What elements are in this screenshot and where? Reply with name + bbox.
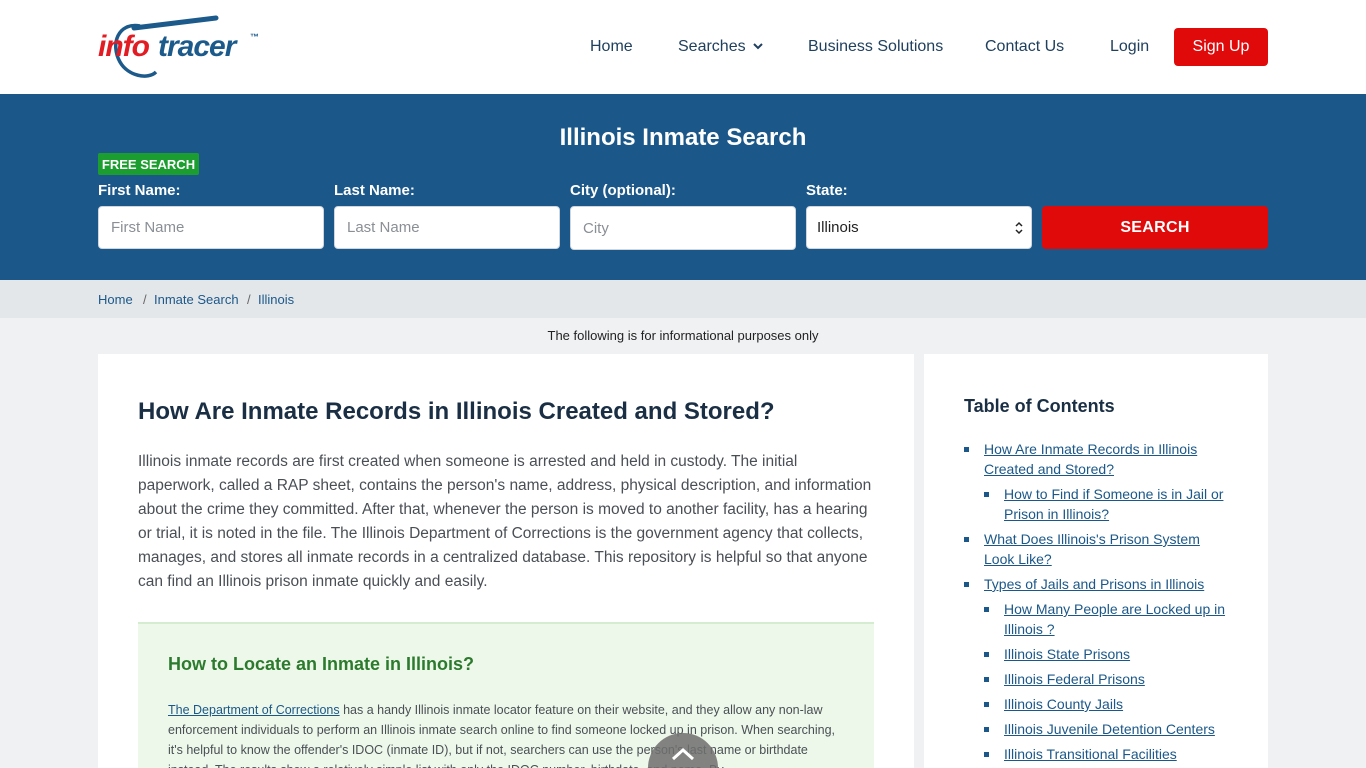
toc-title: Table of Contents — [964, 396, 1115, 416]
callout-paragraph: The Department of Corrections has a hand… — [168, 700, 848, 768]
state-label: State: — [806, 182, 848, 199]
search-button[interactable]: SEARCH — [1042, 206, 1268, 249]
department-of-corrections-link[interactable]: The Department of Corrections — [168, 703, 340, 717]
article-paragraph: Illinois inmate records are first create… — [138, 453, 872, 590]
city-label: City (optional): — [570, 182, 676, 199]
nav-home-link[interactable]: Home — [590, 38, 633, 56]
last-name-label: Last Name: — [334, 182, 415, 199]
main-article: How Are Inmate Records in Illinois Creat… — [98, 354, 914, 768]
toc-item[interactable]: How to Find if Someone is in Jail or Pri… — [1004, 484, 1244, 524]
signup-button[interactable]: Sign Up — [1174, 28, 1268, 66]
callout-title: How to Locate an Inmate in Illinois? — [168, 654, 475, 674]
toc-item[interactable]: Illinois State Prisons — [1004, 644, 1244, 664]
toc-item[interactable]: Illinois County Jails — [1004, 694, 1244, 714]
toc-bullet — [964, 447, 969, 452]
city-input[interactable] — [570, 206, 796, 250]
article-title: How Are Inmate Records in Illinois Creat… — [138, 398, 775, 425]
toc-item[interactable]: Types of Jails and Prisons in Illinois — [984, 574, 1254, 594]
nav-business-solutions-link[interactable]: Business Solutions — [808, 38, 943, 56]
toc-item[interactable]: How Are Inmate Records in Illinois Creat… — [984, 439, 1234, 479]
breadcrumb-illinois[interactable]: Illinois — [258, 292, 294, 307]
search-band — [0, 94, 1366, 280]
breadcrumb-home[interactable]: Home — [98, 292, 133, 307]
toc-bullet — [984, 702, 989, 707]
toc-bullet — [984, 727, 989, 732]
select-arrows-icon — [1015, 221, 1023, 235]
breadcrumb-inmate-search[interactable]: Inmate Search — [154, 292, 239, 307]
chevron-down-icon[interactable] — [752, 40, 764, 52]
breadcrumb-separator: / — [143, 292, 147, 307]
logo-trademark: ™ — [250, 32, 259, 42]
logo-info-text: info — [98, 30, 150, 63]
toc-item[interactable]: How Many People are Locked up in Illinoi… — [1004, 599, 1244, 639]
first-name-input[interactable] — [98, 206, 324, 249]
informational-notice: The following is for informational purpo… — [547, 328, 819, 343]
search-title: Illinois Inmate Search — [559, 124, 807, 151]
site-header: info tracer ™ Home Searches Business Sol… — [0, 0, 1366, 94]
chevron-up-icon — [671, 747, 695, 761]
locate-inmate-callout: How to Locate an Inmate in Illinois? The… — [138, 622, 874, 768]
nav-searches-link[interactable]: Searches — [678, 38, 746, 56]
infotracer-logo[interactable]: info tracer ™ — [98, 14, 263, 80]
toc-item[interactable]: Illinois Juvenile Detention Centers — [1004, 719, 1254, 739]
first-name-label: First Name: — [98, 182, 181, 199]
toc-bullet — [984, 652, 989, 657]
toc-item[interactable]: What Does Illinois's Prison System Look … — [984, 529, 1224, 569]
state-select-value: Illinois — [817, 219, 859, 236]
free-search-badge: FREE SEARCH — [98, 153, 199, 175]
logo-tracer-text: tracer — [158, 30, 236, 63]
toc-bullet — [984, 677, 989, 682]
toc-bullet — [984, 607, 989, 612]
breadcrumb-separator: / — [247, 292, 251, 307]
toc-bullet — [984, 492, 989, 497]
state-select[interactable]: Illinois — [806, 206, 1032, 249]
toc-item[interactable]: Illinois Federal Prisons — [1004, 669, 1244, 689]
nav-contact-link[interactable]: Contact Us — [985, 38, 1064, 56]
toc-item[interactable]: Illinois Transitional Facilities — [1004, 744, 1254, 764]
last-name-input[interactable] — [334, 206, 560, 249]
toc-bullet — [964, 537, 969, 542]
toc-bullet — [984, 752, 989, 757]
toc-bullet — [964, 582, 969, 587]
nav-login-link[interactable]: Login — [1110, 38, 1149, 56]
table-of-contents: Table of Contents How Are Inmate Records… — [924, 354, 1268, 768]
